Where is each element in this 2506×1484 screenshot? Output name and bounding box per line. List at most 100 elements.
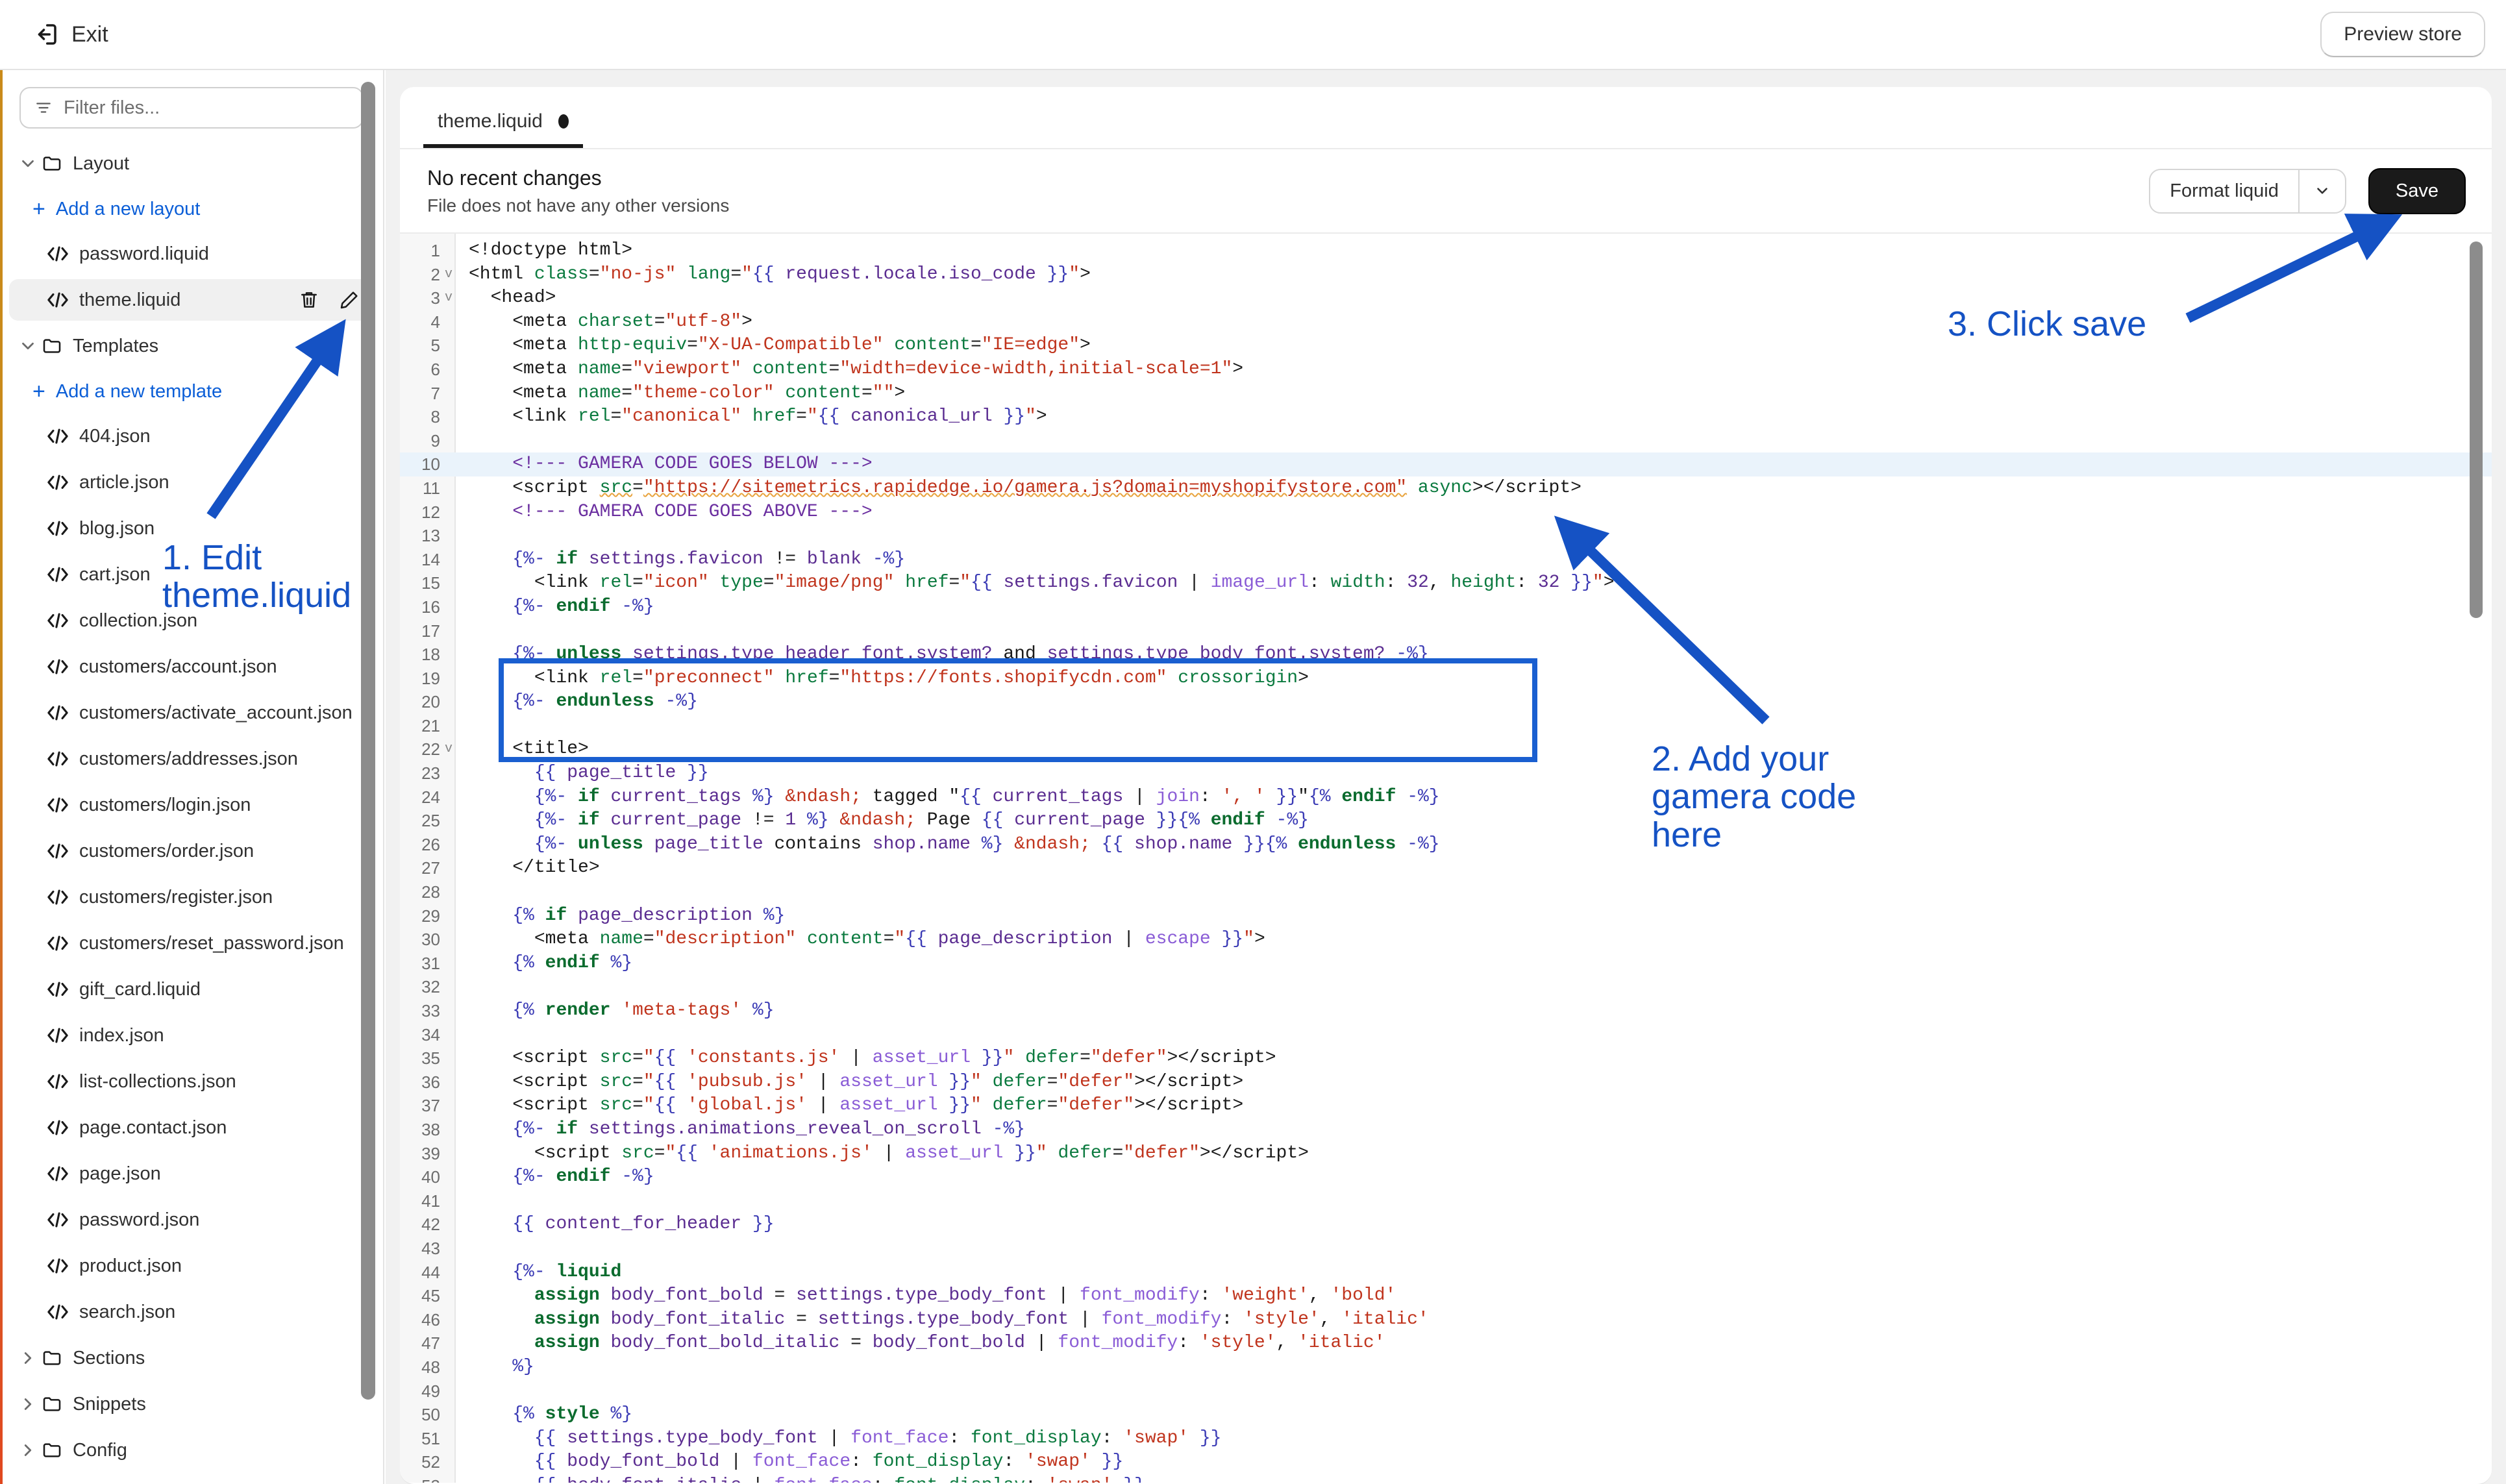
- code-lines[interactable]: 1<!doctype html>2v<html class="no-js" la…: [400, 239, 2492, 1483]
- code-line-16[interactable]: 16 {%- endif -%}: [400, 595, 2492, 619]
- tree-file-password-json[interactable]: password.json: [9, 1199, 374, 1241]
- chevron-down-icon[interactable]: [18, 154, 38, 173]
- code-line-1[interactable]: 1<!doctype html>: [400, 239, 2492, 263]
- chevron-right-icon[interactable]: [18, 1441, 38, 1460]
- code-line-6[interactable]: 6 <meta name="viewport" content="width=d…: [400, 358, 2492, 382]
- code-line-51[interactable]: 51 {{ settings.type_body_font | font_fac…: [400, 1427, 2492, 1451]
- tree-file-theme-liquid[interactable]: theme.liquid: [9, 279, 374, 321]
- code-line-33[interactable]: 33 {% render 'meta-tags' %}: [400, 999, 2492, 1023]
- format-liquid-split-button[interactable]: Format liquid: [2149, 169, 2346, 214]
- chevron-down-icon[interactable]: [18, 336, 38, 356]
- code-line-14[interactable]: 14 {%- if settings.favicon != blank -%}: [400, 548, 2492, 572]
- tree-file-password-liquid[interactable]: password.liquid: [9, 233, 374, 275]
- edit-icon[interactable]: [339, 290, 360, 310]
- code-line-40[interactable]: 40 {%- endif -%}: [400, 1165, 2492, 1189]
- code-line-23[interactable]: 23 {{ page_title }}: [400, 761, 2492, 785]
- code-line-32[interactable]: 32: [400, 975, 2492, 999]
- code-line-4[interactable]: 4 <meta charset="utf-8">: [400, 310, 2492, 334]
- code-line-36[interactable]: 36 <script src="{{ 'pubsub.js' | asset_u…: [400, 1070, 2492, 1094]
- save-button[interactable]: Save: [2368, 168, 2466, 214]
- code-line-43[interactable]: 43: [400, 1237, 2492, 1261]
- tree-file-customers-login-json[interactable]: customers/login.json: [9, 784, 374, 826]
- code-line-3[interactable]: 3v <head>: [400, 286, 2492, 310]
- fold-toggle[interactable]: v: [443, 737, 454, 761]
- code-line-38[interactable]: 38 {%- if settings.animations_reveal_on_…: [400, 1118, 2492, 1142]
- code-line-49[interactable]: 49: [400, 1379, 2492, 1404]
- code-line-7[interactable]: 7 <meta name="theme-color" content="">: [400, 382, 2492, 406]
- code-line-41[interactable]: 41: [400, 1189, 2492, 1213]
- code-line-39[interactable]: 39 <script src="{{ 'animations.js' | ass…: [400, 1142, 2492, 1166]
- tree-file-customers-account-json[interactable]: customers/account.json: [9, 646, 374, 687]
- code-line-45[interactable]: 45 assign body_font_bold = settings.type…: [400, 1284, 2492, 1308]
- code-line-9[interactable]: 9: [400, 429, 2492, 453]
- tree-folder-config[interactable]: Config: [9, 1429, 374, 1471]
- tree-file-customers-addresses-json[interactable]: customers/addresses.json: [9, 738, 374, 780]
- filter-files-input[interactable]: Filter files...: [19, 87, 364, 129]
- code-line-18[interactable]: 18 {%- unless settings.type_header_font.…: [400, 643, 2492, 667]
- tree-file-search-json[interactable]: search.json: [9, 1291, 374, 1333]
- tree-file-customers-register-json[interactable]: customers/register.json: [9, 876, 374, 918]
- code-line-2[interactable]: 2v<html class="no-js" lang="{{ request.l…: [400, 263, 2492, 287]
- code-line-8[interactable]: 8 <link rel="canonical" href="{{ canonic…: [400, 405, 2492, 429]
- chevron-down-icon[interactable]: [2300, 170, 2345, 212]
- tab-theme-liquid[interactable]: theme.liquid: [423, 110, 583, 148]
- tree-file-cart-json[interactable]: cart.json: [9, 554, 374, 595]
- code-line-46[interactable]: 46 assign body_font_italic = settings.ty…: [400, 1308, 2492, 1332]
- code-line-42[interactable]: 42 {{ content_for_header }}: [400, 1213, 2492, 1237]
- delete-icon[interactable]: [299, 290, 319, 310]
- code-line-47[interactable]: 47 assign body_font_bold_italic = body_f…: [400, 1331, 2492, 1355]
- code-line-34[interactable]: 34: [400, 1023, 2492, 1047]
- code-line-48[interactable]: 48 %}: [400, 1355, 2492, 1379]
- tree-file-gift-card-liquid[interactable]: gift_card.liquid: [9, 969, 374, 1010]
- code-line-26[interactable]: 26 {%- unless page_title contains shop.n…: [400, 833, 2492, 857]
- code-line-44[interactable]: 44 {%- liquid: [400, 1261, 2492, 1285]
- tree-file-collection-json[interactable]: collection.json: [9, 600, 374, 641]
- tree-folder-layout[interactable]: Layout: [9, 143, 374, 184]
- code-editor[interactable]: 1<!doctype html>2v<html class="no-js" la…: [400, 234, 2492, 1483]
- tree-folder-templates[interactable]: Templates: [9, 325, 374, 367]
- tree-file-list-collections-json[interactable]: list-collections.json: [9, 1061, 374, 1102]
- fold-toggle[interactable]: v: [443, 263, 454, 287]
- exit-button[interactable]: Exit: [21, 21, 108, 48]
- code-line-28[interactable]: 28: [400, 880, 2492, 904]
- code-line-27[interactable]: 27 </title>: [400, 856, 2492, 880]
- fold-toggle[interactable]: v: [443, 286, 454, 310]
- code-line-19[interactable]: 19 <link rel="preconnect" href="https://…: [400, 667, 2492, 691]
- code-line-29[interactable]: 29 {% if page_description %}: [400, 904, 2492, 928]
- code-line-21[interactable]: 21: [400, 714, 2492, 738]
- code-line-17[interactable]: 17: [400, 619, 2492, 643]
- tree-file-page-json[interactable]: page.json: [9, 1153, 374, 1194]
- code-line-30[interactable]: 30 <meta name="description" content="{{ …: [400, 928, 2492, 952]
- code-line-11[interactable]: 11 <script src="https://sitemetrics.rapi…: [400, 476, 2492, 501]
- code-line-13[interactable]: 13: [400, 524, 2492, 548]
- add-file-link[interactable]: +Add a new layout: [9, 189, 374, 229]
- tree-file-404-json[interactable]: 404.json: [9, 415, 374, 457]
- tree-folder-snippets[interactable]: Snippets: [9, 1383, 374, 1425]
- code-line-22[interactable]: 22v <title>: [400, 737, 2492, 761]
- editor-scrollbar[interactable]: [2470, 241, 2483, 618]
- tree-file-article-json[interactable]: article.json: [9, 462, 374, 503]
- code-line-52[interactable]: 52 {{ body_font_bold | font_face: font_d…: [400, 1450, 2492, 1474]
- code-line-31[interactable]: 31 {% endif %}: [400, 952, 2492, 976]
- tree-file-customers-order-json[interactable]: customers/order.json: [9, 830, 374, 872]
- code-line-15[interactable]: 15 <link rel="icon" type="image/png" hre…: [400, 571, 2492, 595]
- code-line-12[interactable]: 12 <!--- GAMERA CODE GOES ABOVE --->: [400, 501, 2492, 525]
- tree-file-blog-json[interactable]: blog.json: [9, 508, 374, 549]
- sidebar-scrollbar[interactable]: [361, 82, 375, 1400]
- add-file-link[interactable]: +Add a new template: [9, 371, 374, 412]
- code-line-25[interactable]: 25 {%- if current_page != 1 %} &ndash; P…: [400, 809, 2492, 833]
- tree-file-product-json[interactable]: product.json: [9, 1245, 374, 1287]
- chevron-right-icon[interactable]: [18, 1394, 38, 1414]
- tree-folder-sections[interactable]: Sections: [9, 1337, 374, 1379]
- preview-store-button[interactable]: Preview store: [2320, 12, 2485, 57]
- code-line-35[interactable]: 35 <script src="{{ 'constants.js' | asse…: [400, 1046, 2492, 1070]
- chevron-right-icon[interactable]: [18, 1348, 38, 1368]
- code-line-24[interactable]: 24 {%- if current_tags %} &ndash; tagged…: [400, 785, 2492, 810]
- tree-file-customers-reset-password-json[interactable]: customers/reset_password.json: [9, 922, 374, 964]
- tree-file-page-contact-json[interactable]: page.contact.json: [9, 1107, 374, 1148]
- code-line-50[interactable]: 50 {% style %}: [400, 1403, 2492, 1427]
- code-line-10[interactable]: 10 <!--- GAMERA CODE GOES BELOW --->: [400, 452, 2492, 476]
- code-line-5[interactable]: 5 <meta http-equiv="X-UA-Compatible" con…: [400, 334, 2492, 358]
- tree-file-customers-activate-account-json[interactable]: customers/activate_account.json: [9, 692, 374, 734]
- code-line-20[interactable]: 20 {%- endunless -%}: [400, 690, 2492, 714]
